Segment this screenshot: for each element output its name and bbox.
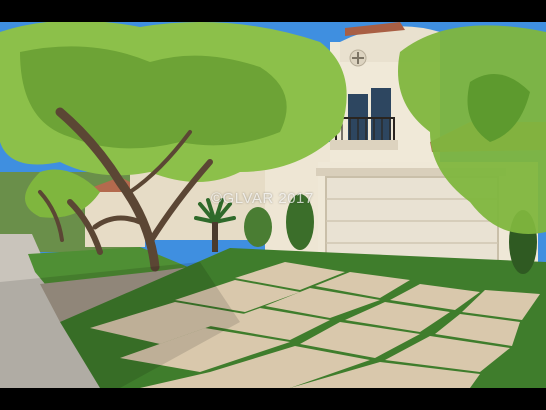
balcony-ledge bbox=[330, 140, 398, 150]
letterbox-frame: ©GLVAR 2017 bbox=[0, 0, 546, 410]
watermark-text: ©GLVAR 2017 bbox=[211, 190, 314, 207]
